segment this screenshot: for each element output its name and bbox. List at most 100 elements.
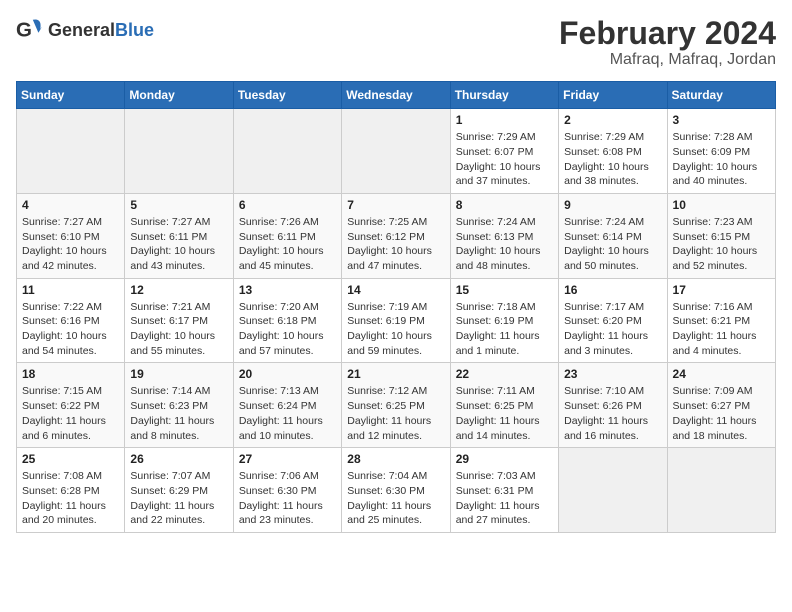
day-detail: Sunrise: 7:15 AM Sunset: 6:22 PM Dayligh… [22,384,119,443]
weekday-header-thursday: Thursday [450,82,558,109]
day-number: 19 [130,367,227,381]
calendar-cell: 29Sunrise: 7:03 AM Sunset: 6:31 PM Dayli… [450,448,558,533]
calendar-cell: 27Sunrise: 7:06 AM Sunset: 6:30 PM Dayli… [233,448,341,533]
calendar-cell: 11 Sunrise: 7:22 AM Sunset: 6:16 PM Dayli… [17,278,125,363]
calendar-cell: 24 Sunrise: 7:09 AM Sunset: 6:27 PM Dayli… [667,363,775,448]
calendar-cell: 16 Sunrise: 7:17 AM Sunset: 6:20 PM Dayli… [559,278,667,363]
day-number: 8 [456,198,553,212]
day-detail: Sunrise: 7:13 AM Sunset: 6:24 PM Dayligh… [239,384,336,443]
calendar-week-4: 18 Sunrise: 7:15 AM Sunset: 6:22 PM Dayli… [17,363,776,448]
calendar-cell: 22 Sunrise: 7:11 AM Sunset: 6:25 PM Dayli… [450,363,558,448]
day-number: 11 [22,283,119,297]
day-detail: Sunrise: 7:11 AM Sunset: 6:25 PM Dayligh… [456,384,553,443]
calendar-cell: 18 Sunrise: 7:15 AM Sunset: 6:22 PM Dayli… [17,363,125,448]
day-detail: Sunrise: 7:20 AM Sunset: 6:18 PM Dayligh… [239,300,336,359]
calendar-cell: 23 Sunrise: 7:10 AM Sunset: 6:26 PM Dayli… [559,363,667,448]
day-number: 1 [456,113,553,127]
day-number: 29 [456,452,553,466]
day-detail: Sunrise: 7:22 AM Sunset: 6:16 PM Dayligh… [22,300,119,359]
calendar-cell: 6 Sunrise: 7:26 AM Sunset: 6:11 PM Daylig… [233,193,341,278]
calendar-cell: 12 Sunrise: 7:21 AM Sunset: 6:17 PM Dayli… [125,278,233,363]
day-number: 15 [456,283,553,297]
calendar-cell [233,109,341,194]
day-number: 26 [130,452,227,466]
day-number: 22 [456,367,553,381]
day-number: 25 [22,452,119,466]
day-detail: Sunrise: 7:24 AM Sunset: 6:13 PM Dayligh… [456,215,553,274]
calendar-cell [125,109,233,194]
day-detail: Sunrise: 7:29 AM Sunset: 6:08 PM Dayligh… [564,130,661,189]
calendar-body: 1 Sunrise: 7:29 AM Sunset: 6:07 PM Daylig… [17,109,776,533]
day-detail: Sunrise: 7:18 AM Sunset: 6:19 PM Dayligh… [456,300,553,359]
logo-icon: G [16,16,44,44]
day-number: 23 [564,367,661,381]
day-number: 24 [673,367,770,381]
day-number: 2 [564,113,661,127]
calendar-subtitle: Mafraq, Mafraq, Jordan [559,51,776,69]
day-detail: Sunrise: 7:19 AM Sunset: 6:19 PM Dayligh… [347,300,444,359]
day-number: 16 [564,283,661,297]
day-detail: Sunrise: 7:24 AM Sunset: 6:14 PM Dayligh… [564,215,661,274]
day-detail: Sunrise: 7:04 AM Sunset: 6:30 PM Dayligh… [347,469,444,528]
day-detail: Sunrise: 7:16 AM Sunset: 6:21 PM Dayligh… [673,300,770,359]
calendar-cell: 9 Sunrise: 7:24 AM Sunset: 6:14 PM Daylig… [559,193,667,278]
day-number: 3 [673,113,770,127]
calendar-cell [17,109,125,194]
calendar-cell: 25Sunrise: 7:08 AM Sunset: 6:28 PM Dayli… [17,448,125,533]
day-detail: Sunrise: 7:27 AM Sunset: 6:11 PM Dayligh… [130,215,227,274]
calendar-cell: 10 Sunrise: 7:23 AM Sunset: 6:15 PM Dayli… [667,193,775,278]
day-detail: Sunrise: 7:09 AM Sunset: 6:27 PM Dayligh… [673,384,770,443]
day-detail: Sunrise: 7:29 AM Sunset: 6:07 PM Dayligh… [456,130,553,189]
day-detail: Sunrise: 7:23 AM Sunset: 6:15 PM Dayligh… [673,215,770,274]
calendar-cell: 4 Sunrise: 7:27 AM Sunset: 6:10 PM Daylig… [17,193,125,278]
day-number: 28 [347,452,444,466]
calendar-cell: 1 Sunrise: 7:29 AM Sunset: 6:07 PM Daylig… [450,109,558,194]
calendar-title: February 2024 [559,16,776,51]
day-detail: Sunrise: 7:10 AM Sunset: 6:26 PM Dayligh… [564,384,661,443]
day-number: 5 [130,198,227,212]
day-number: 12 [130,283,227,297]
calendar-week-3: 11 Sunrise: 7:22 AM Sunset: 6:16 PM Dayli… [17,278,776,363]
day-number: 6 [239,198,336,212]
day-detail: Sunrise: 7:28 AM Sunset: 6:09 PM Dayligh… [673,130,770,189]
calendar-cell: 17 Sunrise: 7:16 AM Sunset: 6:21 PM Dayli… [667,278,775,363]
calendar-cell [342,109,450,194]
weekday-header-sunday: Sunday [17,82,125,109]
calendar-cell: 21Sunrise: 7:12 AM Sunset: 6:25 PM Dayli… [342,363,450,448]
day-detail: Sunrise: 7:07 AM Sunset: 6:29 PM Dayligh… [130,469,227,528]
weekday-header-wednesday: Wednesday [342,82,450,109]
day-detail: Sunrise: 7:14 AM Sunset: 6:23 PM Dayligh… [130,384,227,443]
weekday-header-saturday: Saturday [667,82,775,109]
calendar-cell [559,448,667,533]
calendar-cell: 20 Sunrise: 7:13 AM Sunset: 6:24 PM Dayli… [233,363,341,448]
calendar-week-2: 4 Sunrise: 7:27 AM Sunset: 6:10 PM Daylig… [17,193,776,278]
day-number: 10 [673,198,770,212]
day-number: 13 [239,283,336,297]
calendar-header: SundayMondayTuesdayWednesdayThursdayFrid… [17,82,776,109]
calendar-cell: 13 Sunrise: 7:20 AM Sunset: 6:18 PM Dayli… [233,278,341,363]
calendar-cell: 5 Sunrise: 7:27 AM Sunset: 6:11 PM Daylig… [125,193,233,278]
day-number: 27 [239,452,336,466]
calendar-week-1: 1 Sunrise: 7:29 AM Sunset: 6:07 PM Daylig… [17,109,776,194]
day-number: 9 [564,198,661,212]
calendar-title-block: February 2024 Mafraq, Mafraq, Jordan [559,16,776,69]
calendar-cell [667,448,775,533]
svg-text:G: G [16,19,32,42]
day-number: 7 [347,198,444,212]
calendar-cell: 19 Sunrise: 7:14 AM Sunset: 6:23 PM Dayli… [125,363,233,448]
logo: G GeneralBlue [16,16,154,44]
calendar-cell: 2 Sunrise: 7:29 AM Sunset: 6:08 PM Daylig… [559,109,667,194]
day-detail: Sunrise: 7:26 AM Sunset: 6:11 PM Dayligh… [239,215,336,274]
day-detail: Sunrise: 7:21 AM Sunset: 6:17 PM Dayligh… [130,300,227,359]
day-number: 18 [22,367,119,381]
calendar-cell: 14Sunrise: 7:19 AM Sunset: 6:19 PM Dayli… [342,278,450,363]
day-number: 4 [22,198,119,212]
day-number: 17 [673,283,770,297]
day-number: 21 [347,367,444,381]
day-detail: Sunrise: 7:17 AM Sunset: 6:20 PM Dayligh… [564,300,661,359]
weekday-header-monday: Monday [125,82,233,109]
calendar-cell: 28 Sunrise: 7:04 AM Sunset: 6:30 PM Dayli… [342,448,450,533]
day-number: 20 [239,367,336,381]
day-detail: Sunrise: 7:27 AM Sunset: 6:10 PM Dayligh… [22,215,119,274]
calendar-table: SundayMondayTuesdayWednesdayThursdayFrid… [16,81,776,533]
